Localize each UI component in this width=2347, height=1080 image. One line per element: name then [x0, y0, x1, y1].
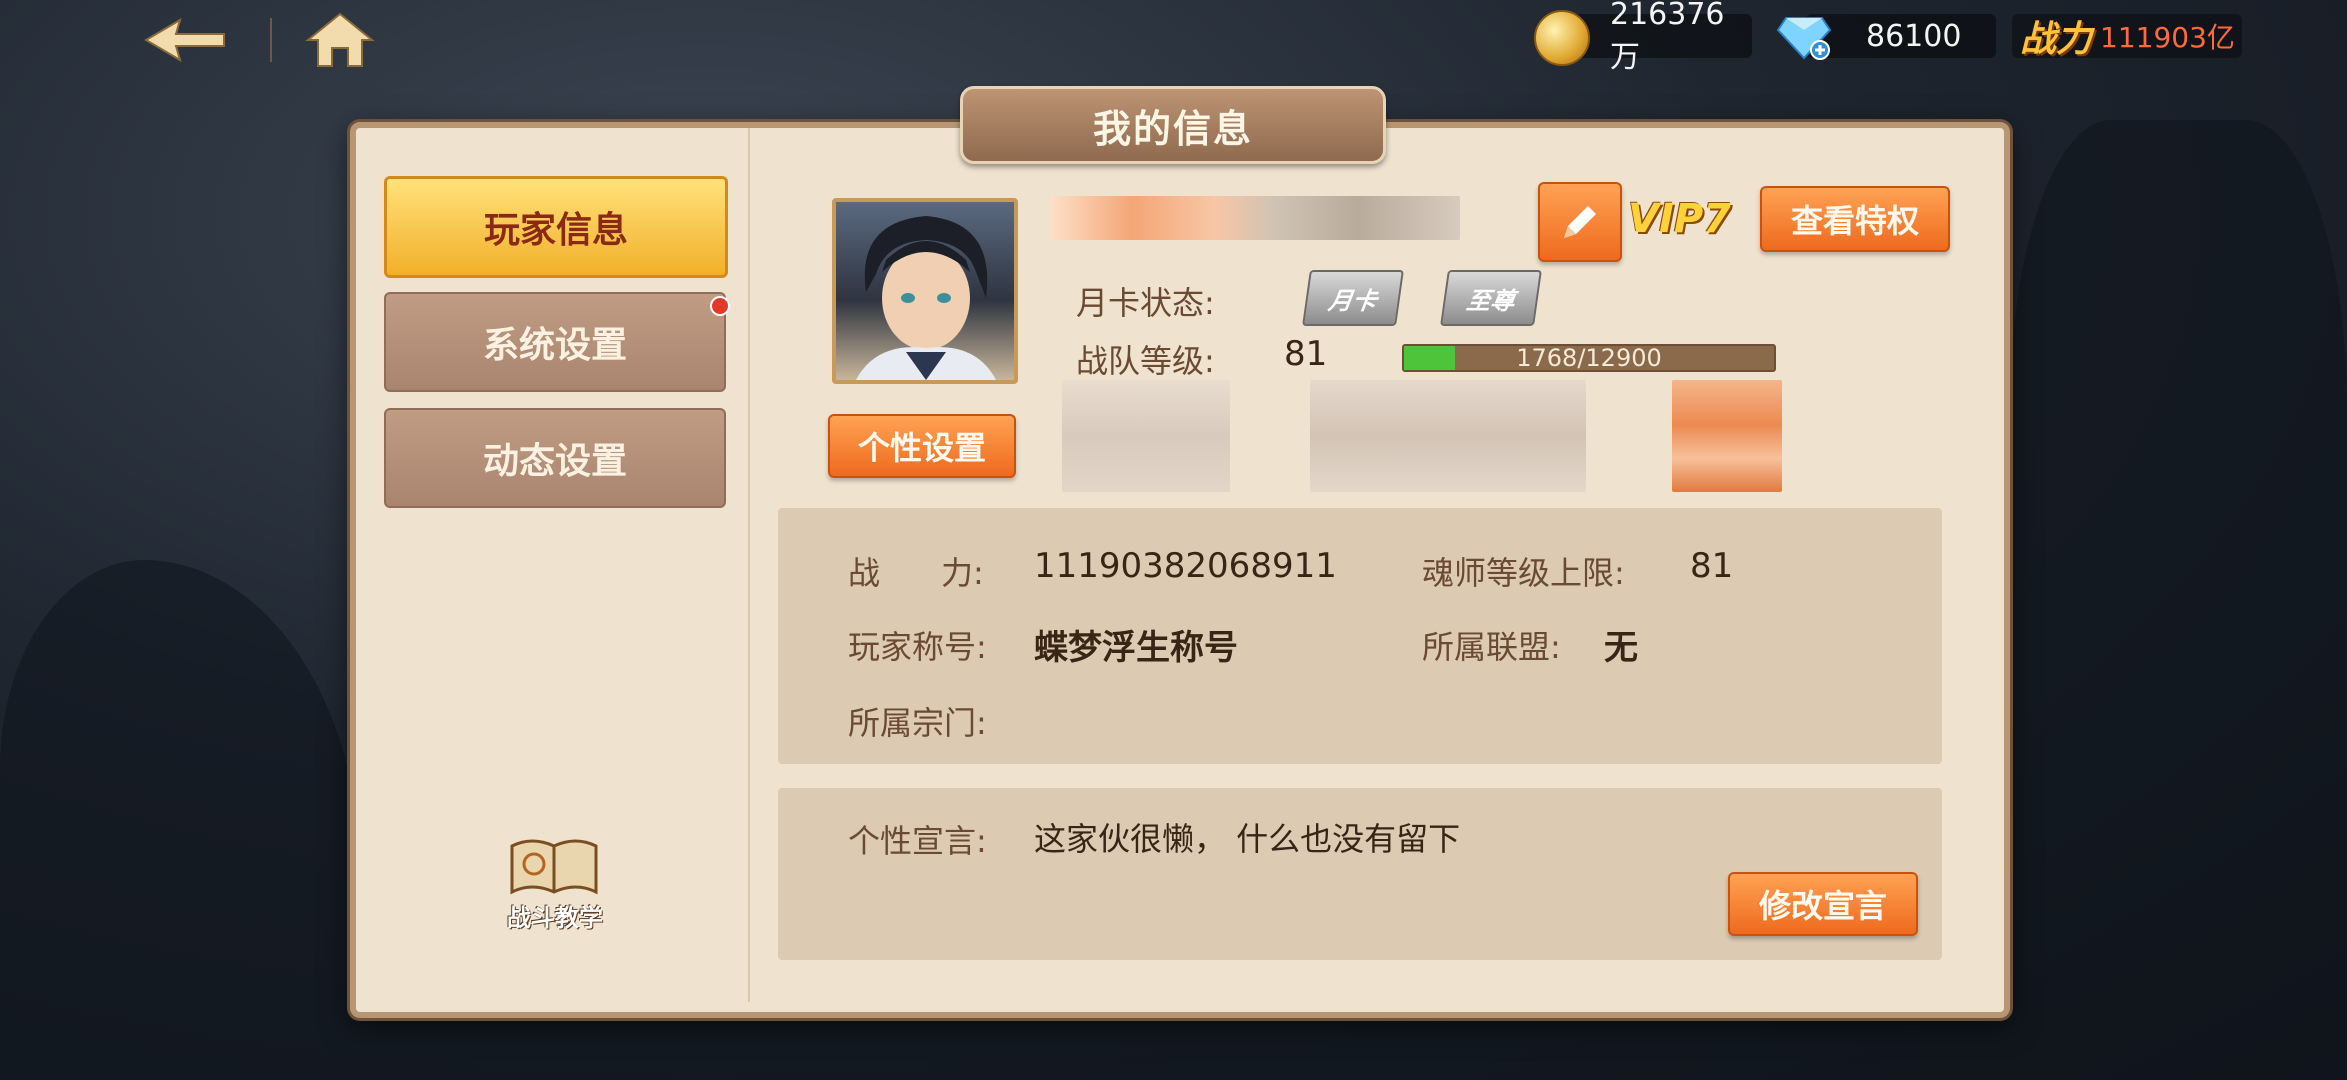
player-name-redacted: [1050, 196, 1460, 240]
power-value: 11190382068911: [1034, 546, 1337, 586]
sect-label: 所属宗门:: [848, 704, 987, 742]
power-label: 战 力:: [848, 554, 984, 592]
tab-system-settings[interactable]: 系统设置: [384, 292, 726, 392]
tab-dynamic-settings[interactable]: 动态设置: [384, 408, 726, 508]
motto-text: 这家伙很懒， 什么也没有留下: [1034, 820, 1461, 858]
avatar[interactable]: [832, 198, 1018, 384]
battle-tutorial-book-icon[interactable]: [508, 834, 600, 900]
monthly-card-label: 月卡状态:: [1076, 284, 1215, 322]
xp-text: 1768/12900: [1516, 344, 1662, 372]
redacted-info-3: [1672, 380, 1782, 492]
redacted-info-1: [1062, 380, 1230, 492]
view-privileges-button[interactable]: 查看特权: [1760, 186, 1950, 252]
alliance-value: 无: [1604, 628, 1638, 668]
player-title-value: 蝶梦浮生称号: [1034, 628, 1238, 668]
gold-value: 216376万: [1610, 0, 1725, 75]
top-bar: 216376万 86100 战力 111903亿: [0, 0, 2347, 78]
redacted-info-2: [1310, 380, 1586, 492]
character-portrait-icon: [856, 216, 996, 380]
tab-player-info[interactable]: 玩家信息: [384, 176, 728, 278]
battle-tutorial-label[interactable]: 战斗教学: [500, 898, 610, 933]
team-level-value: 81: [1284, 334, 1328, 374]
pencil-icon: [1564, 206, 1596, 238]
alliance-label: 所属联盟:: [1422, 628, 1561, 666]
home-button[interactable]: [300, 10, 380, 70]
diamond-resource[interactable]: 86100: [1806, 14, 1996, 58]
supreme-card-badge[interactable]: 至尊: [1440, 270, 1542, 326]
player-title-label: 玩家称号:: [848, 628, 987, 666]
diamond-icon[interactable]: [1776, 12, 1832, 62]
home-icon: [305, 12, 375, 67]
divider: [270, 18, 272, 62]
team-level-label: 战队等级:: [1076, 342, 1215, 380]
edit-motto-button[interactable]: 修改宣言: [1728, 872, 1918, 936]
combat-power-display: 战力 111903亿: [2012, 14, 2242, 60]
diamond-value: 86100: [1866, 18, 1962, 54]
back-arrow-icon: [144, 17, 225, 63]
gold-coin-icon[interactable]: [1534, 10, 1590, 66]
soul-level-limit-label: 魂师等级上限:: [1422, 554, 1625, 592]
xp-progress-bar: 1768/12900: [1402, 344, 1776, 372]
combat-power-label: 战力: [2020, 19, 2093, 60]
edit-name-button[interactable]: [1538, 182, 1622, 262]
vip-level: VIP7: [1628, 196, 1731, 242]
sidebar-divider: [748, 128, 750, 1002]
personalize-button[interactable]: 个性设置: [828, 414, 1016, 478]
back-button[interactable]: [140, 14, 230, 66]
soul-level-limit-value: 81: [1690, 546, 1734, 586]
panel-title: 我的信息: [960, 86, 1386, 164]
monthly-card-badge[interactable]: 月卡: [1302, 270, 1404, 326]
motto-label: 个性宣言:: [848, 822, 987, 860]
combat-power-value: 111903亿: [2100, 21, 2235, 54]
notification-dot: [710, 296, 730, 316]
